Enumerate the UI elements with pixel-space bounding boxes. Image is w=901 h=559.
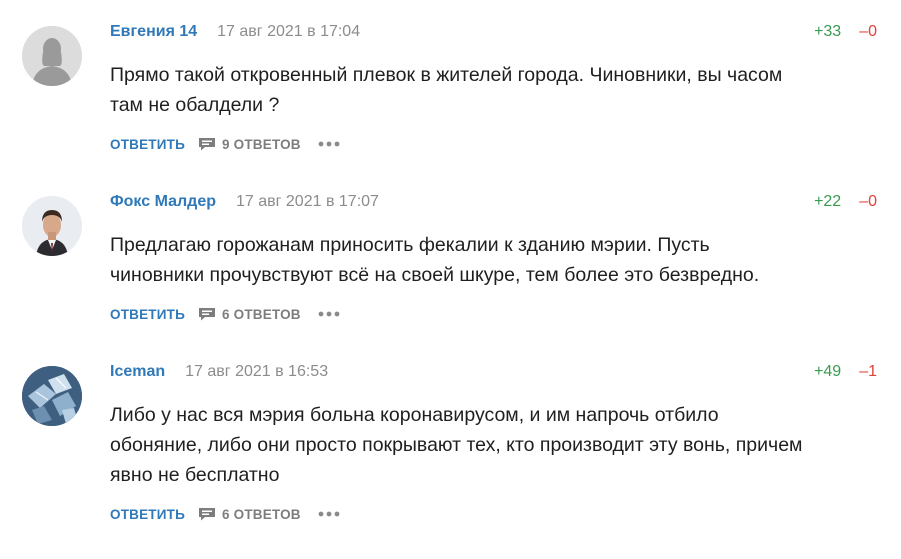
upvote-count[interactable]: +22 (814, 193, 841, 211)
comment-text-line: там не обалдели ? (110, 94, 280, 116)
replies-button[interactable]: 9 ОТВЕТОВ (198, 137, 301, 152)
replies-button[interactable]: 6 ОТВЕТОВ (198, 307, 301, 322)
author-name[interactable]: Iceman (110, 363, 165, 381)
downvote-count[interactable]: –1 (859, 363, 877, 381)
comment-text-line: явно не бесплатно (110, 464, 280, 486)
avatar[interactable] (22, 366, 82, 426)
replies-button[interactable]: 6 ОТВЕТОВ (198, 507, 301, 522)
ice-cubes-photo-icon (22, 366, 82, 426)
comment-text-line: Предлагаю горожанам приносить фекалии к … (110, 234, 710, 256)
replies-count: 6 ОТВЕТОВ (222, 506, 301, 522)
more-options-button[interactable] (318, 311, 340, 317)
comment-text: Прямо такой откровенный плевок в жителей… (110, 60, 890, 120)
author-name[interactable]: Евгения 14 (110, 23, 197, 41)
replies-count: 9 ОТВЕТОВ (222, 136, 301, 152)
comment-meta: Фокс Малдер 17 авг 2021 в 17:07 (110, 190, 379, 214)
comment-text-line: обоняние, либо они просто покрывают тех,… (110, 434, 803, 456)
reply-button[interactable]: ОТВЕТИТЬ (110, 307, 185, 322)
comment-date: 17 авг 2021 в 16:53 (185, 363, 329, 380)
chat-icon (199, 308, 215, 321)
comment-text-line: Либо у нас вся мэрия больна коронавирусо… (110, 404, 719, 426)
author-name[interactable]: Фокс Малдер (110, 193, 216, 211)
comment-text: Предлагаю горожанам приносить фекалии к … (110, 230, 890, 290)
chat-icon (199, 138, 215, 151)
comment-date: 17 авг 2021 в 17:07 (235, 193, 379, 210)
comment-actions: ОТВЕТИТЬ 6 ОТВЕТОВ (110, 502, 340, 526)
upvote-count[interactable]: +49 (814, 363, 841, 381)
portrait-photo-icon (22, 196, 82, 256)
chat-icon (199, 508, 215, 521)
upvote-count[interactable]: +33 (814, 23, 841, 41)
downvote-count[interactable]: –0 (859, 23, 877, 41)
more-dots-icon (318, 511, 340, 517)
comment-actions: ОТВЕТИТЬ 9 ОТВЕТОВ (110, 132, 340, 156)
more-dots-icon (318, 311, 340, 317)
replies-count: 6 ОТВЕТОВ (222, 306, 301, 322)
reply-button[interactable]: ОТВЕТИТЬ (110, 507, 185, 522)
comment-meta: Евгения 14 17 авг 2021 в 17:04 (110, 20, 360, 44)
vote-counter: +49 –1 (814, 360, 877, 384)
comment-date: 17 авг 2021 в 17:04 (217, 23, 361, 40)
reply-button[interactable]: ОТВЕТИТЬ (110, 137, 185, 152)
more-options-button[interactable] (318, 141, 340, 147)
comment-text-line: чиновники прочувствуют всё на своей шкур… (110, 264, 760, 286)
vote-counter: +33 –0 (814, 20, 877, 44)
avatar[interactable] (22, 196, 82, 256)
more-dots-icon (318, 141, 340, 147)
comment-text-line: Прямо такой откровенный плевок в жителей… (110, 64, 783, 86)
more-options-button[interactable] (318, 511, 340, 517)
comment-meta: Iceman 17 авг 2021 в 16:53 (110, 360, 328, 384)
comment-actions: ОТВЕТИТЬ 6 ОТВЕТОВ (110, 302, 340, 326)
avatar[interactable] (22, 26, 82, 86)
downvote-count[interactable]: –0 (859, 193, 877, 211)
vote-counter: +22 –0 (814, 190, 877, 214)
comment-text: Либо у нас вся мэрия больна коронавирусо… (110, 400, 890, 490)
user-silhouette-icon (22, 26, 82, 86)
